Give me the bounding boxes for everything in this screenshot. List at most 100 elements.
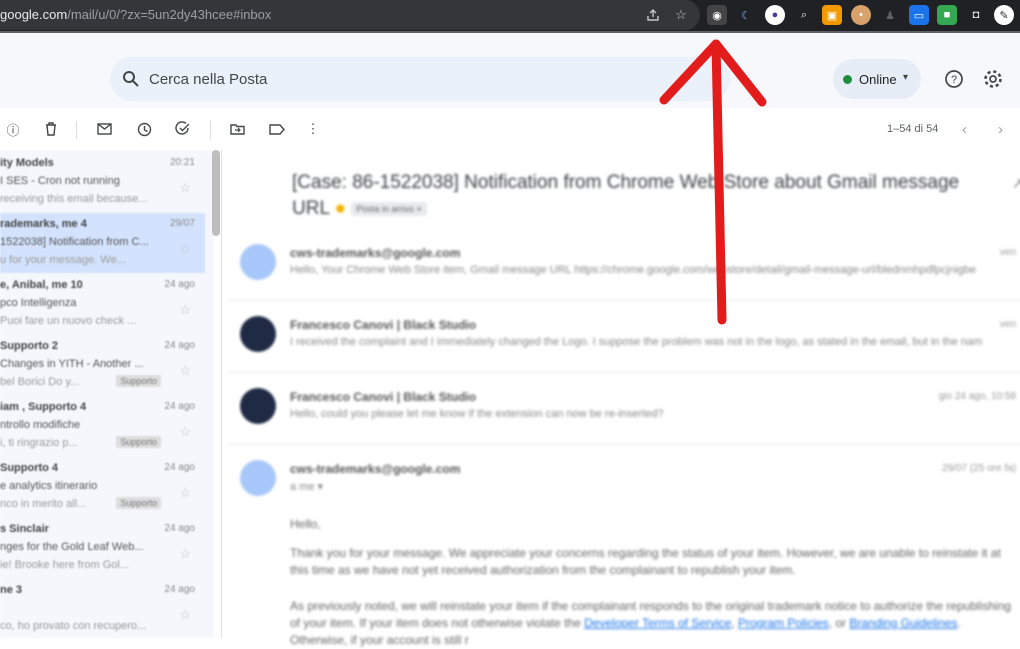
message-snippet: Hello, Your Chrome Web Store item, Gmail…: [290, 264, 976, 276]
toolbar-divider: [210, 121, 211, 139]
extension-circle-icon[interactable]: ●: [765, 5, 785, 25]
list-item-subject: e analytics itinerario: [0, 480, 98, 492]
avatar: [240, 460, 276, 496]
list-item-sender: s Sinclair: [0, 523, 49, 535]
url-text[interactable]: google.com/mail/u/0/?zx=5un2dy43hcee#inb…: [0, 7, 271, 22]
list-item[interactable]: ne 3 co, ho provato con recupero... 24 ago…: [0, 579, 205, 639]
list-item-date: 29/07: [169, 218, 195, 229]
list-item[interactable]: Supporto 2 Changes in YITH - Another ... b…: [0, 335, 205, 395]
label-icon[interactable]: [268, 120, 286, 138]
developer-terms-link[interactable]: Developer Terms of Service: [584, 616, 731, 630]
message-snippet: a me ▾: [290, 481, 324, 493]
important-icon[interactable]: ●: [335, 198, 346, 219]
message-snippet: I received the complaint and I immediate…: [290, 336, 983, 348]
open-in-new-icon[interactable]: ↗: [1012, 175, 1020, 192]
move-to-icon[interactable]: [228, 120, 246, 138]
help-icon[interactable]: ?: [942, 67, 966, 91]
search-input[interactable]: Cerca nella Posta: [149, 71, 267, 88]
list-item-label: Supporto: [116, 375, 161, 387]
search-icon[interactable]: [122, 70, 140, 88]
list-item[interactable]: Supporto 4 e analytics itinerario nco in m…: [0, 457, 205, 517]
message-sender: cws-trademarks@google.com: [290, 246, 461, 260]
mail-list: ity Models I SES - Cron not running receiv…: [0, 150, 214, 638]
list-item-date: 24 ago: [164, 584, 195, 595]
list-item-subject: I SES - Cron not running: [0, 175, 120, 187]
list-item[interactable]: iam , Supporto 4 ntrollo modifiche i, ti r…: [0, 396, 205, 456]
delete-icon[interactable]: [42, 120, 60, 138]
extension-moon-icon[interactable]: ☾: [736, 5, 756, 25]
profile-avatar[interactable]: ✎: [994, 5, 1014, 25]
list-item-date: 24 ago: [164, 401, 195, 412]
avatar: [240, 388, 276, 424]
star-icon[interactable]: ☆: [179, 546, 191, 562]
star-icon[interactable]: ☆: [179, 607, 191, 623]
list-item-date: 20:21: [169, 157, 195, 168]
list-item[interactable]: ity Models I SES - Cron not running receiv…: [0, 152, 205, 212]
list-item-snippet: receiving this email because...: [0, 193, 148, 205]
list-item-snippet: Puoi fare un nuovo check ...: [0, 315, 137, 327]
list-item-date: 24 ago: [164, 523, 195, 534]
list-item-snippet: nco in merito all...: [0, 498, 87, 510]
message-date: gio 24 ago, 10:58: [938, 391, 1016, 402]
program-policies-link[interactable]: Program Policies: [738, 616, 829, 630]
list-item[interactable]: e, Anibal, me 10 pco Intelligenza Puoi far…: [0, 274, 205, 334]
message-sender: cws-trademarks@google.com: [290, 462, 461, 476]
extension-grey-icon[interactable]: ♟: [880, 5, 900, 25]
message-paragraph: As previously noted, we will reinstate y…: [290, 599, 1012, 647]
url-path: /mail/u/0/?zx=5un2dy43hcee#inbox: [67, 7, 272, 22]
star-icon[interactable]: ☆: [179, 302, 191, 318]
list-item-subject: 1522038] Notification from C...: [0, 236, 149, 248]
scrollbar[interactable]: [212, 150, 220, 236]
list-item[interactable]: s Sinclair nges for the Gold Leaf Web... i…: [0, 518, 205, 578]
extension-orange-icon[interactable]: ▣: [822, 5, 842, 25]
list-item-snippet: bel Borici Do y...: [0, 376, 80, 388]
list-item-date: 24 ago: [164, 279, 195, 290]
message-date: ven: [999, 319, 1016, 330]
star-icon[interactable]: ☆: [179, 180, 191, 196]
svg-text:?: ?: [951, 74, 957, 86]
add-task-icon[interactable]: [174, 120, 192, 138]
message-greeting: Hello,: [290, 517, 321, 531]
list-item[interactable]: rademarks, me 4 1522038] Notification fro…: [0, 213, 205, 273]
list-item-sender: iam , Supporto 4: [0, 401, 87, 413]
gear-icon[interactable]: [981, 67, 1005, 91]
inbox-label[interactable]: Posta in arrivo ×: [351, 202, 427, 216]
extension-search-icon[interactable]: ⌕: [794, 5, 814, 25]
extension-puzzle-icon[interactable]: ■: [937, 5, 957, 25]
list-item-subject: nges for the Gold Leaf Web...: [0, 541, 144, 553]
star-icon[interactable]: ☆: [179, 485, 191, 501]
chevron-right-icon[interactable]: ›: [998, 121, 1003, 138]
list-item-sender: rademarks, me 4: [0, 218, 87, 230]
chevron-left-icon[interactable]: ‹: [962, 121, 967, 138]
list-item-subject: pco Intelligenza: [0, 297, 77, 309]
extension-cookie-icon[interactable]: •: [851, 5, 871, 25]
message-date: 29/07 (25 ore fa): [942, 463, 1016, 474]
star-icon[interactable]: ☆: [671, 5, 691, 25]
chevron-down-icon: ▾: [903, 72, 909, 83]
report-spam-icon[interactable]: ⓘ: [4, 120, 22, 138]
list-item-date: 24 ago: [164, 462, 195, 473]
extension-camera-icon[interactable]: ◘: [966, 5, 986, 25]
snooze-icon[interactable]: [135, 120, 153, 138]
mail-toolbar: [0, 108, 1020, 150]
branding-guidelines-link[interactable]: Branding Guidelines: [849, 616, 957, 630]
list-item-sender: Supporto 4: [0, 462, 59, 474]
mark-unread-icon[interactable]: [95, 120, 113, 138]
annotation-arrow: [659, 39, 767, 325]
url-host: google.com: [0, 7, 68, 22]
more-vert-icon[interactable]: ⋮: [304, 120, 322, 138]
star-icon[interactable]: ☆: [179, 241, 191, 257]
extension-dark-icon[interactable]: ◉: [707, 5, 727, 25]
list-item-snippet: i, ti ringrazio p...: [0, 437, 78, 449]
star-icon[interactable]: ☆: [179, 363, 191, 379]
page-count: 1–54 di 54: [887, 123, 939, 135]
list-item-snippet: co, ho provato con recupero...: [0, 620, 147, 632]
share-icon[interactable]: [643, 5, 663, 25]
status-dot: [843, 75, 852, 84]
list-item-sender: ne 3: [0, 584, 23, 596]
star-icon[interactable]: ☆: [179, 424, 191, 440]
extension-window-icon[interactable]: ▭: [909, 5, 929, 25]
list-item-snippet: ie! Brooke here from Gol...: [0, 559, 129, 571]
message-snippet: Hello, could you please let me know if t…: [290, 408, 664, 420]
reading-pane: [Case: 86-1522038] Notification from Chr…: [222, 150, 1020, 647]
